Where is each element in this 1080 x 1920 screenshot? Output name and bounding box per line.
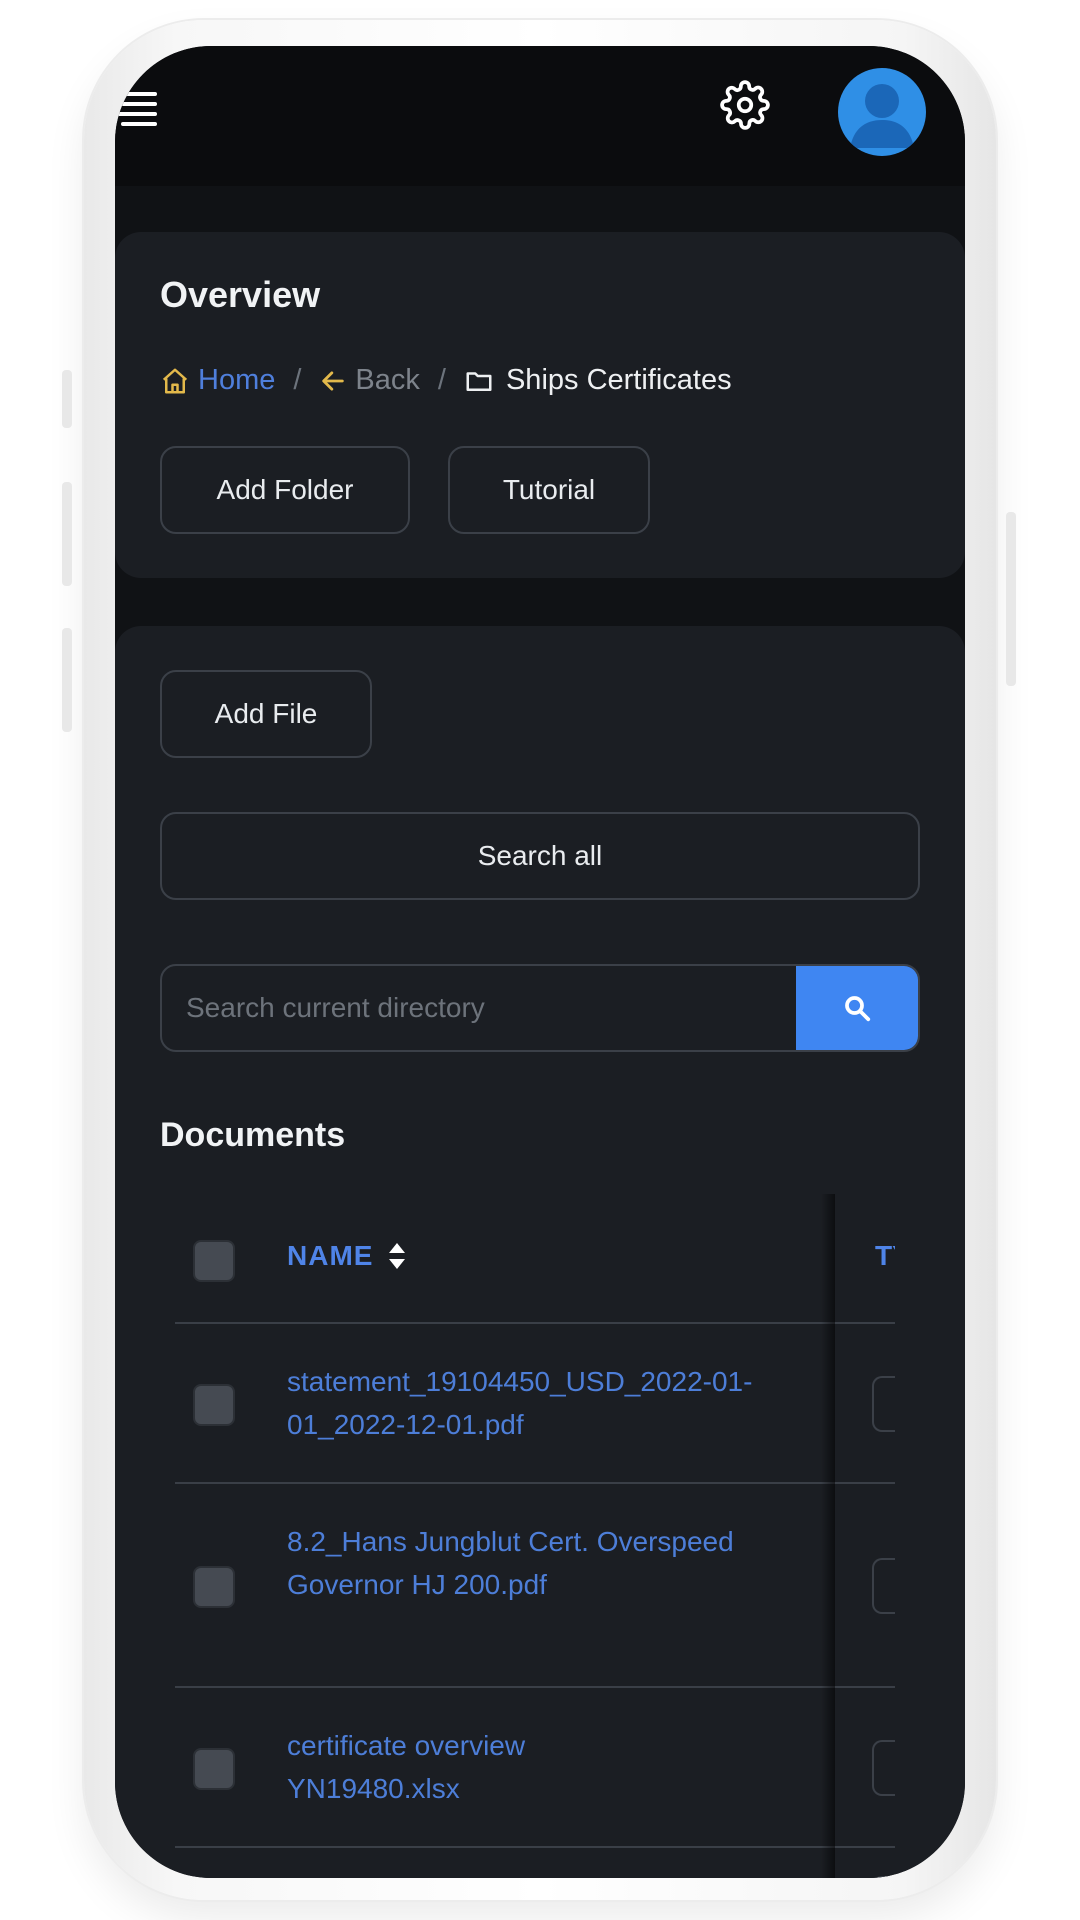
table-row: Index certificates YNxxx.xls [175,1848,895,1878]
folder-icon [466,371,492,391]
hamburger-menu-icon[interactable] [115,86,161,132]
add-folder-button[interactable]: Add Folder [160,446,410,534]
documents-table: NAME TY statement_19104450_USD_2022-01-0… [175,1194,895,1878]
user-avatar-icon[interactable] [838,68,926,156]
phone-side-button-power [1006,512,1016,686]
type-cell [872,1376,895,1432]
search-button[interactable] [796,966,918,1050]
file-name-link[interactable]: certificate overview YN19480.xlsx [287,1724,607,1810]
name-column-label: NAME [287,1240,374,1271]
phone-side-button-volume-down [62,628,72,732]
breadcrumb: Home / Back / Ships Certificates [160,364,732,397]
row-checkbox[interactable] [193,1748,235,1790]
breadcrumb-back-label: Back [355,364,420,396]
documents-title: Documents [160,1116,346,1154]
breadcrumb-home[interactable]: Home [160,364,275,397]
type-cell [872,1876,895,1878]
row-checkbox[interactable] [193,1384,235,1426]
breadcrumb-current: Ships Certificates [464,364,732,397]
file-name-link[interactable]: statement_19104450_USD_2022-01-01_2022-1… [287,1360,757,1446]
breadcrumb-separator: / [437,364,446,396]
type-cell [872,1740,895,1796]
phone-side-button-volume-up [62,482,72,586]
phone-side-button-mute [62,370,72,428]
search-bar [160,964,920,1052]
breadcrumb-home-label: Home [198,364,276,396]
search-current-directory-input[interactable] [162,966,796,1050]
app-screen: Overview Home / Back / Ships Certificate… [115,46,965,1878]
breadcrumb-separator: / [293,364,302,396]
name-column-header[interactable]: NAME [287,1240,407,1272]
gear-icon[interactable] [720,80,770,130]
table-row: certificate overview YN19480.xlsx [175,1688,895,1848]
table-row: 8.2_Hans Jungblut Cert. Overspeed Govern… [175,1484,895,1688]
breadcrumb-current-label: Ships Certificates [505,364,732,396]
sort-icon [389,1243,406,1269]
top-bar [115,46,965,186]
home-icon [162,368,188,393]
search-all-button[interactable]: Search all [160,812,920,900]
type-column-header[interactable]: TY [875,1240,895,1272]
breadcrumb-back[interactable]: Back [319,364,420,397]
add-file-button[interactable]: Add File [160,670,372,758]
tutorial-button[interactable]: Tutorial [448,446,650,534]
select-all-checkbox[interactable] [193,1240,235,1282]
arrow-left-icon [322,370,345,391]
search-icon [845,996,871,1022]
row-checkbox[interactable] [193,1566,235,1608]
file-name-link[interactable]: Index certificates YNxxx.xls [287,1870,757,1878]
page-title: Overview [160,274,321,315]
table-row: statement_19104450_USD_2022-01-01_2022-1… [175,1324,895,1484]
table-header: NAME TY [175,1194,895,1324]
file-name-link[interactable]: 8.2_Hans Jungblut Cert. Overspeed Govern… [287,1520,757,1606]
type-cell [872,1558,895,1614]
table-scroll-shadow [821,1194,835,1878]
